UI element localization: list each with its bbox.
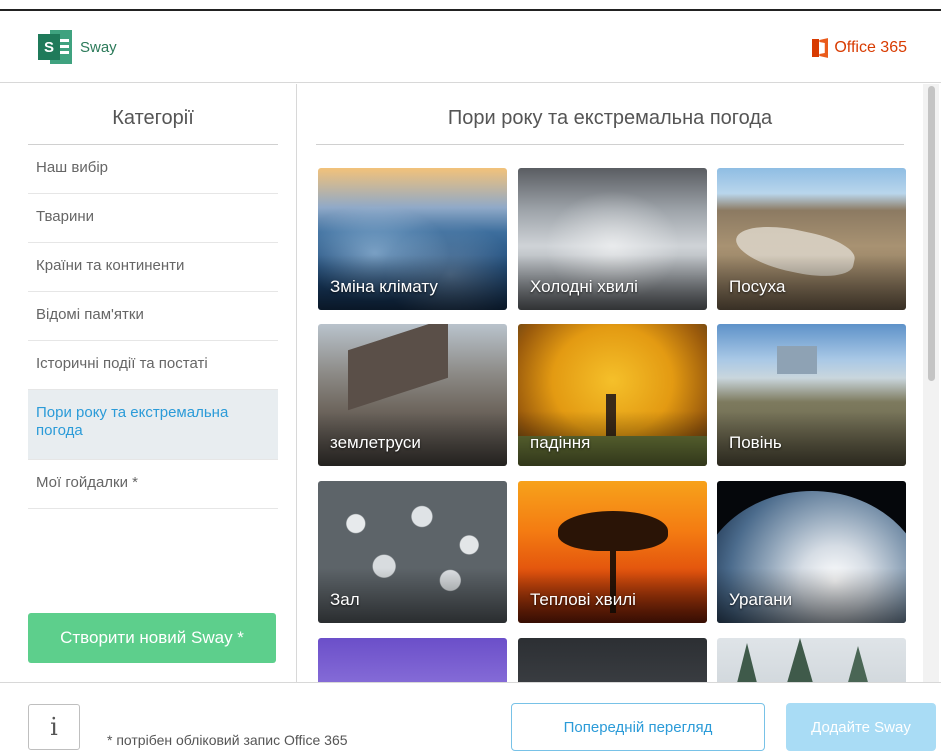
earthquakes-image [348, 324, 448, 411]
gallery-divider [316, 144, 904, 145]
tile-cold-waves[interactable]: Холодні хвилі [518, 168, 707, 310]
tile-label: Повінь [729, 433, 782, 452]
tile-label: Зміна клімату [330, 277, 438, 296]
category-item-seasons-weather[interactable]: Пори року та екстремальна погода [28, 390, 278, 460]
snow-image [737, 643, 757, 682]
footer: i * потрібен обліковий запис Office 365 … [0, 682, 941, 751]
category-item-animals[interactable]: Тварини [28, 194, 278, 243]
tile-lightning[interactable] [318, 638, 507, 682]
tile-climate-change[interactable]: Зміна клімату [318, 168, 507, 310]
rain-image [518, 638, 707, 682]
tile-hail[interactable]: Зал [318, 481, 507, 623]
tile-rain[interactable] [518, 638, 707, 682]
tile-snow[interactable] [717, 638, 906, 682]
tile-autumn[interactable]: падіння [518, 324, 707, 466]
flood-image [777, 346, 817, 374]
tile-drought[interactable]: Посуха [717, 168, 906, 310]
category-item-our-picks[interactable]: Наш вибір [28, 145, 278, 194]
info-button[interactable]: i [28, 704, 80, 750]
office-brand[interactable]: Office 365 [812, 38, 907, 58]
tile-label: землетруси [330, 433, 421, 452]
app-name: Sway [80, 38, 117, 56]
tile-label: Холодні хвилі [530, 277, 638, 296]
category-list: Наш вибір Тварини Країни та континенти В… [28, 145, 278, 509]
office-icon [812, 38, 828, 58]
gallery-scroll-thumb[interactable] [928, 86, 935, 381]
lightning-image [318, 638, 507, 682]
category-item-my-sways[interactable]: Мої гойдалки * [28, 460, 278, 509]
preview-button[interactable]: Попередній перегляд [511, 703, 765, 751]
tile-hurricanes[interactable]: Урагани [717, 481, 906, 623]
template-gallery: Пори року та екстремальна погода Зміна к… [298, 84, 941, 682]
category-item-landmarks[interactable]: Відомі пам'ятки [28, 292, 278, 341]
sway-logo[interactable]: S Sway [38, 30, 117, 64]
add-sway-button[interactable]: Додайте Sway [786, 703, 936, 751]
category-item-history[interactable]: Історичні події та постаті [28, 341, 278, 390]
account-footnote: * потрібен обліковий запис Office 365 [107, 732, 348, 748]
header: S Sway Office 365 [0, 11, 941, 83]
gallery-title: Пори року та екстремальна погода [447, 107, 773, 129]
category-sidebar: Категорії Наш вибір Тварини Країни та ко… [0, 84, 297, 682]
tile-label: Урагани [729, 590, 793, 609]
sway-logo-icon: S [38, 30, 72, 64]
tile-label: Посуха [729, 277, 786, 296]
create-new-sway-button[interactable]: Створити новий Sway * [28, 613, 276, 663]
tile-earthquakes[interactable]: землетруси [318, 324, 507, 466]
tile-label: падіння [530, 433, 591, 452]
tile-flood[interactable]: Повінь [717, 324, 906, 466]
tile-heat-waves[interactable]: Теплові хвилі [518, 481, 707, 623]
info-icon: i [50, 713, 58, 741]
category-item-countries[interactable]: Країни та континенти [28, 243, 278, 292]
tile-label: Зал [330, 590, 360, 609]
sidebar-title: Категорії [112, 107, 194, 129]
office-brand-label: Office 365 [834, 39, 907, 56]
tile-label: Теплові хвилі [530, 590, 636, 609]
